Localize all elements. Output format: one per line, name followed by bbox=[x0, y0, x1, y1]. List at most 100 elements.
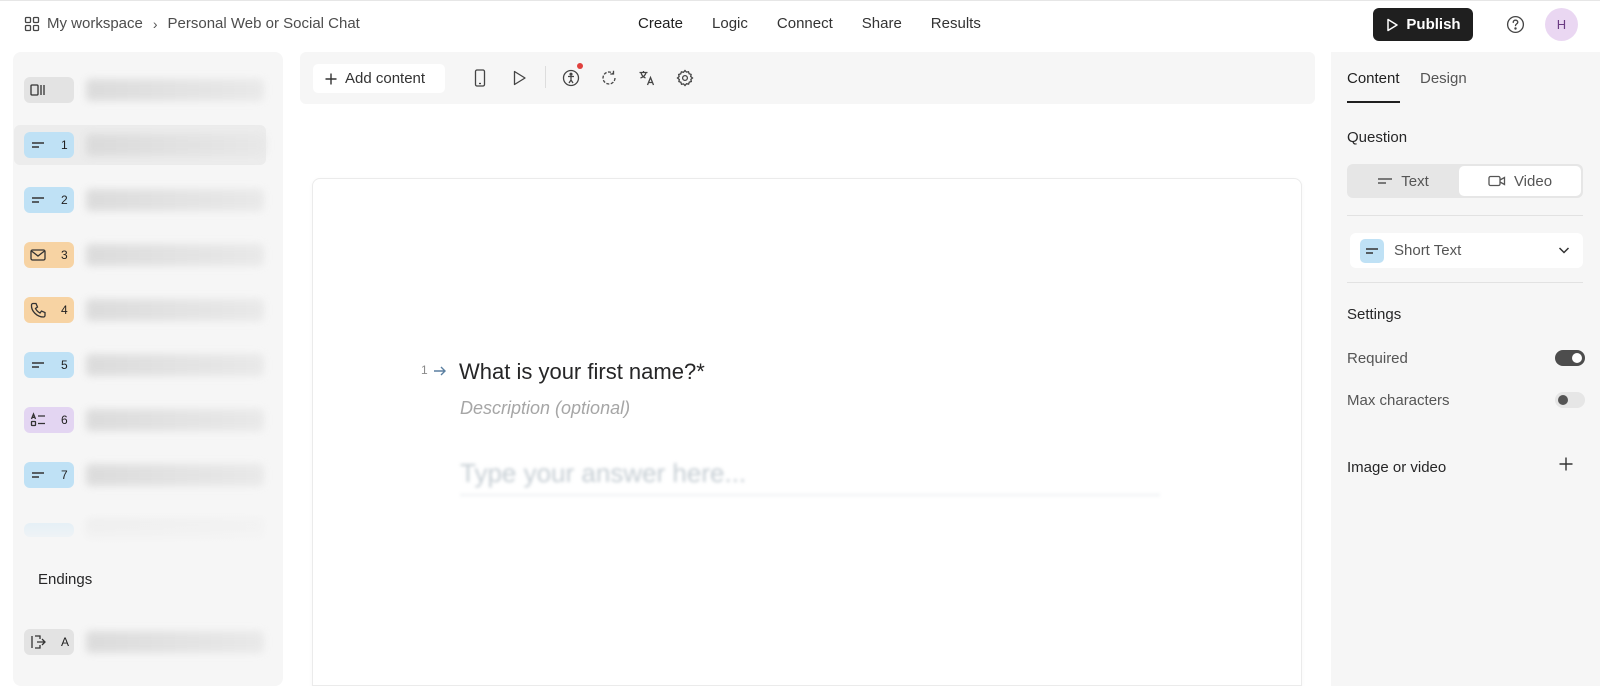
notification-dot bbox=[577, 63, 583, 69]
main-nav: Create Logic Connect Share Results bbox=[638, 15, 1010, 32]
question-title[interactable]: What is your first name?* bbox=[459, 359, 705, 385]
question-type-select[interactable]: Short Text bbox=[1350, 233, 1583, 268]
question-number: 6 bbox=[61, 413, 68, 427]
translate-icon[interactable] bbox=[637, 68, 657, 88]
nav-connect[interactable]: Connect bbox=[777, 15, 833, 32]
question-badge: 2 bbox=[24, 187, 74, 213]
mobile-preview-icon[interactable] bbox=[470, 68, 490, 88]
list-item-question-1[interactable]: 1 bbox=[14, 125, 266, 165]
help-icon[interactable] bbox=[1506, 15, 1525, 34]
question-text-blurred bbox=[86, 354, 264, 376]
top-bar: My workspace › Personal Web or Social Ch… bbox=[0, 0, 1600, 48]
list-item-question-2[interactable]: 2 bbox=[24, 180, 264, 220]
settings-icon[interactable] bbox=[675, 68, 695, 88]
question-badge: 3 bbox=[24, 242, 74, 268]
nav-create[interactable]: Create bbox=[638, 15, 683, 32]
avatar[interactable]: H bbox=[1545, 8, 1578, 41]
nav-share[interactable]: Share bbox=[862, 15, 902, 32]
breadcrumb-form[interactable]: Personal Web or Social Chat bbox=[168, 15, 360, 32]
tab-design[interactable]: Design bbox=[1420, 70, 1467, 87]
segment-text[interactable]: Text bbox=[1349, 166, 1457, 196]
list-item-question-6[interactable]: 6 bbox=[24, 400, 264, 440]
email-icon bbox=[30, 249, 46, 261]
toolbar-divider bbox=[545, 66, 546, 88]
breadcrumb-workspace[interactable]: My workspace bbox=[47, 15, 143, 32]
scroll-fade bbox=[13, 500, 283, 570]
question-badge: 7 bbox=[24, 462, 74, 488]
properties-panel bbox=[1331, 52, 1600, 686]
arrow-right-icon bbox=[433, 364, 447, 378]
short-text-icon bbox=[32, 197, 44, 203]
max-characters-toggle[interactable] bbox=[1555, 392, 1585, 408]
list-item-question-7[interactable]: 7 bbox=[24, 455, 264, 495]
required-toggle[interactable] bbox=[1555, 350, 1585, 366]
multiple-choice-icon bbox=[30, 412, 45, 427]
question-badge: 1 bbox=[24, 132, 74, 158]
question-text-blurred bbox=[86, 299, 264, 321]
question-text-blurred bbox=[86, 79, 264, 101]
question-number: 7 bbox=[61, 468, 68, 482]
question-badge: 5 bbox=[24, 352, 74, 378]
nav-results[interactable]: Results bbox=[931, 15, 981, 32]
short-text-icon bbox=[1378, 178, 1393, 184]
segment-video-label: Video bbox=[1513, 172, 1553, 190]
form-canvas bbox=[312, 178, 1302, 686]
segment-text-label: Text bbox=[1401, 172, 1429, 190]
question-text-blurred bbox=[86, 189, 264, 211]
segment-video[interactable]: Video bbox=[1459, 166, 1581, 196]
question-text-blurred bbox=[86, 244, 264, 266]
welcome-badge bbox=[24, 77, 74, 103]
breadcrumb: My workspace › Personal Web or Social Ch… bbox=[24, 15, 360, 32]
question-text-blurred bbox=[86, 409, 264, 431]
chevron-right-icon: › bbox=[152, 15, 158, 32]
grid-icon[interactable] bbox=[24, 16, 40, 32]
question-number-label: 1 bbox=[421, 363, 428, 377]
nav-logic[interactable]: Logic bbox=[712, 15, 748, 32]
question-text-blurred bbox=[86, 134, 266, 156]
video-icon bbox=[1488, 175, 1506, 187]
settings-section-label: Settings bbox=[1347, 306, 1402, 323]
phone-icon bbox=[30, 302, 46, 318]
add-content-label: Add content bbox=[345, 70, 426, 87]
image-video-label: Image or video bbox=[1347, 459, 1447, 476]
list-item-ending-a[interactable]: A bbox=[24, 622, 264, 662]
question-section-label: Question bbox=[1347, 129, 1408, 146]
question-description[interactable]: Description (optional) bbox=[460, 398, 630, 419]
question-number: 5 bbox=[61, 358, 68, 372]
play-icon bbox=[1387, 18, 1399, 31]
question-number: 4 bbox=[61, 303, 68, 317]
question-badge: 6 bbox=[24, 407, 74, 433]
accessibility-icon[interactable] bbox=[561, 68, 581, 88]
ending-letter: A bbox=[61, 635, 70, 649]
short-text-icon bbox=[32, 472, 44, 478]
short-text-icon bbox=[1360, 238, 1384, 263]
panel-divider bbox=[1347, 215, 1583, 216]
plus-icon bbox=[325, 73, 337, 84]
question-number: 1 bbox=[61, 138, 68, 152]
question-number: 3 bbox=[61, 248, 68, 262]
question-type-value: Short Text bbox=[1394, 242, 1462, 259]
editor-toolbar bbox=[300, 52, 1315, 104]
publish-label: Publish bbox=[1406, 16, 1461, 33]
question-number: 2 bbox=[61, 193, 68, 207]
panel-divider bbox=[1347, 282, 1583, 283]
short-text-icon bbox=[32, 142, 44, 148]
active-tab-indicator bbox=[1347, 101, 1400, 103]
list-item-question-3[interactable]: 3 bbox=[24, 235, 264, 275]
endings-label: Endings bbox=[38, 571, 93, 588]
short-text-icon bbox=[32, 362, 44, 368]
publish-button[interactable]: Publish bbox=[1373, 8, 1473, 41]
required-label: Required bbox=[1347, 350, 1408, 367]
answer-input[interactable] bbox=[460, 452, 1160, 496]
refresh-icon[interactable] bbox=[599, 68, 619, 88]
question-text-blurred bbox=[86, 464, 264, 486]
ending-badge: A bbox=[24, 629, 74, 655]
list-item-question-5[interactable]: 5 bbox=[24, 345, 264, 385]
add-content-button[interactable]: Add content bbox=[313, 64, 445, 93]
add-media-plus-icon[interactable] bbox=[1558, 456, 1574, 472]
max-characters-label: Max characters bbox=[1347, 392, 1450, 409]
list-item-welcome[interactable] bbox=[24, 70, 264, 110]
tab-content[interactable]: Content bbox=[1347, 70, 1400, 87]
list-item-question-4[interactable]: 4 bbox=[24, 290, 264, 330]
play-icon[interactable] bbox=[509, 68, 529, 88]
